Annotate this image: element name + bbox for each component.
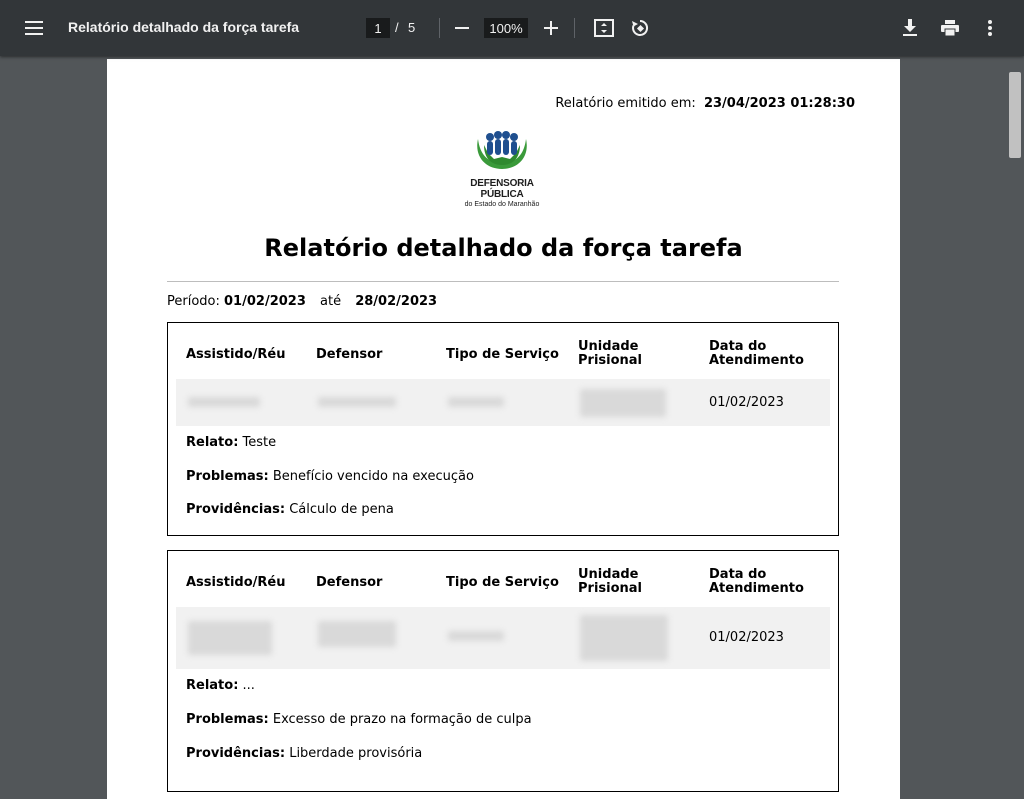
col-tipo-servico: Tipo de Serviço bbox=[446, 347, 559, 362]
period-start: 01/02/2023 bbox=[224, 294, 306, 309]
col-unidade-prisional: Unidade Prisional bbox=[578, 567, 643, 596]
col-assistido: Assistido/Réu bbox=[186, 347, 286, 362]
heading-divider bbox=[167, 281, 839, 282]
record-card: Assistido/Réu Defensor Tipo de Serviço U… bbox=[167, 550, 839, 792]
col-defensor: Defensor bbox=[316, 575, 383, 590]
logo-line2: do Estado do Maranhão bbox=[464, 201, 540, 208]
page-number-input[interactable] bbox=[366, 18, 390, 38]
issued-date: Relatório emitido em: 23/04/2023 01:28:3… bbox=[555, 96, 855, 111]
issued-value: 23/04/2023 01:28:30 bbox=[703, 96, 855, 111]
page-separator: / bbox=[395, 20, 399, 35]
table-row: 01/02/2023 bbox=[176, 607, 830, 669]
rotate-icon[interactable] bbox=[626, 14, 654, 42]
record-header: Assistido/Réu Defensor Tipo de Serviço U… bbox=[186, 567, 836, 607]
record-header: Assistido/Réu Defensor Tipo de Serviço U… bbox=[186, 339, 836, 379]
period-end: 28/02/2023 bbox=[355, 294, 438, 309]
zoom-out-icon[interactable] bbox=[448, 14, 476, 42]
fit-page-icon[interactable] bbox=[590, 14, 618, 42]
page-total: 5 bbox=[408, 20, 416, 35]
col-data-atendimento: Data do Atendimento bbox=[709, 339, 804, 368]
relato-field: Relato: Teste bbox=[186, 435, 277, 450]
document-title: Relatório detalhado da força tarefa bbox=[68, 19, 300, 35]
vertical-scrollbar[interactable] bbox=[1006, 56, 1024, 768]
redacted-assistido bbox=[188, 397, 260, 407]
relato-field: Relato: ... bbox=[186, 678, 255, 693]
logo-emblem-icon bbox=[477, 131, 527, 169]
period-until: até bbox=[320, 294, 342, 309]
col-unidade-prisional: Unidade Prisional bbox=[578, 339, 643, 368]
redacted-defensor bbox=[318, 397, 396, 407]
toolbar-divider bbox=[439, 18, 440, 38]
col-defensor: Defensor bbox=[316, 347, 383, 362]
pdf-page: Relatório emitido em: 23/04/2023 01:28:3… bbox=[107, 59, 900, 799]
row-date: 01/02/2023 bbox=[709, 630, 784, 645]
report-period: Período: 01/02/2023 até 28/02/2023 bbox=[167, 294, 437, 309]
col-data-atendimento: Data do Atendimento bbox=[709, 567, 804, 596]
print-icon[interactable] bbox=[936, 14, 964, 42]
redacted-assistido bbox=[188, 621, 272, 655]
redacted-defensor bbox=[318, 621, 396, 647]
record-card: Assistido/Réu Defensor Tipo de Serviço U… bbox=[167, 322, 839, 536]
logo-line1: DEFENSORIA PÚBLICA bbox=[470, 178, 534, 200]
redacted-tipo-servico bbox=[448, 397, 504, 407]
period-label: Período: bbox=[167, 294, 220, 309]
scrollbar-thumb[interactable] bbox=[1009, 72, 1021, 158]
zoom-in-icon[interactable] bbox=[537, 14, 565, 42]
redacted-unidade bbox=[580, 389, 666, 417]
row-date: 01/02/2023 bbox=[709, 395, 784, 410]
col-tipo-servico: Tipo de Serviço bbox=[446, 575, 559, 590]
redacted-unidade bbox=[580, 615, 668, 661]
zoom-input[interactable] bbox=[484, 18, 528, 38]
download-icon[interactable] bbox=[896, 14, 924, 42]
table-row: 01/02/2023 bbox=[176, 379, 830, 426]
menu-icon[interactable] bbox=[22, 16, 46, 40]
more-options-icon[interactable] bbox=[976, 14, 1004, 42]
providencias-field: Providências: Liberdade provisória bbox=[186, 746, 423, 761]
providencias-field: Providências: Cálculo de pena bbox=[186, 502, 394, 517]
toolbar-divider bbox=[574, 18, 575, 38]
issued-label: Relatório emitido em: bbox=[555, 96, 696, 111]
pdf-toolbar: Relatório detalhado da força tarefa / 5 bbox=[0, 0, 1024, 56]
problemas-field: Problemas: Benefício vencido na execução bbox=[186, 469, 474, 484]
defensoria-logo: DEFENSORIA PÚBLICA do Estado do Maranhão bbox=[452, 129, 552, 208]
col-assistido: Assistido/Réu bbox=[186, 575, 286, 590]
problemas-field: Problemas: Excesso de prazo na formação … bbox=[186, 712, 532, 727]
report-heading: Relatório detalhado da força tarefa bbox=[264, 234, 743, 262]
redacted-tipo-servico bbox=[448, 631, 504, 641]
